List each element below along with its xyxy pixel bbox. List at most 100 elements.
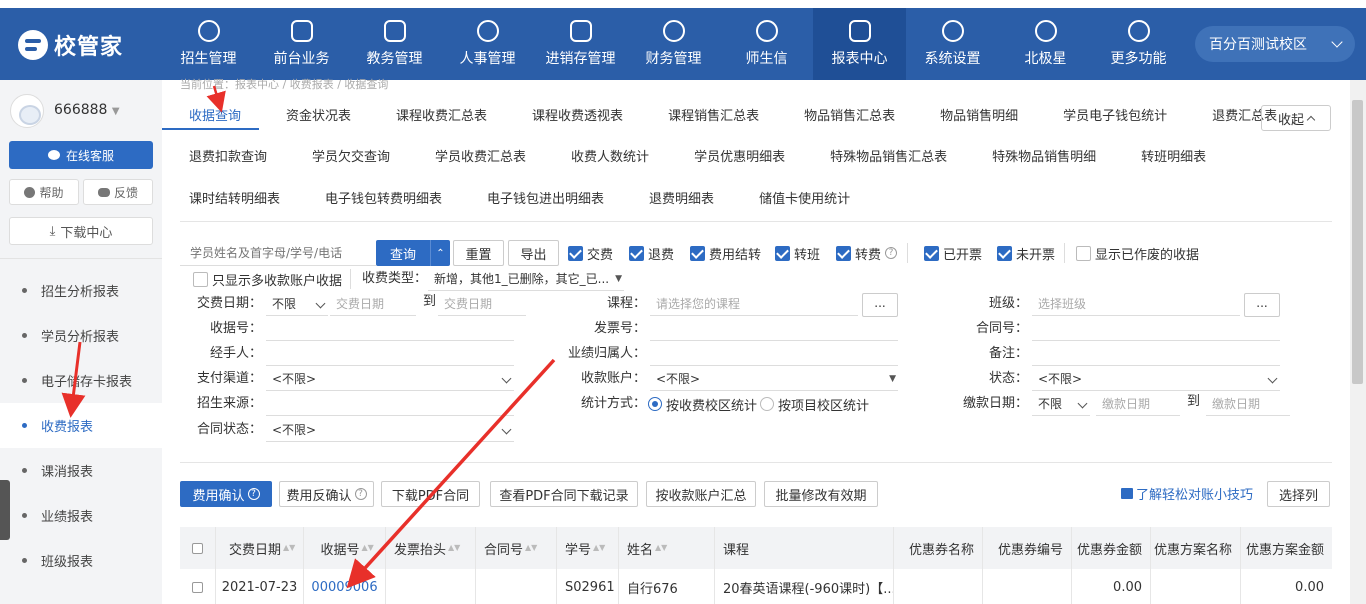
question-icon[interactable]: ? — [885, 247, 898, 259]
tab-goods-sales-summary[interactable]: 物品销售汇总表 — [777, 104, 913, 130]
reconciliation-tips-link[interactable]: 了解轻松对账小技巧 — [1121, 484, 1253, 503]
column-header-contract-no[interactable]: 合同号 ▲▼ — [476, 527, 557, 569]
reset-button[interactable]: 重置 — [453, 240, 504, 266]
checkbox-invoiced[interactable]: 已开票 — [924, 240, 982, 266]
campus-selector[interactable]: 百分百测试校区 — [1195, 26, 1355, 62]
tab-payer-count[interactable]: 收费人数统计 — [544, 145, 667, 171]
collapse-button[interactable]: 收起 — [1261, 105, 1331, 131]
checkbox-class-transfer[interactable]: 转班 — [775, 240, 820, 266]
checkbox-show-voided[interactable]: 显示已作废的收据 — [1076, 240, 1199, 266]
chevron-up-double-icon[interactable]: ⌃ — [430, 240, 450, 266]
tab-class-transfer-detail[interactable]: 转班明细表 — [1114, 145, 1224, 171]
sidebar-item-student-report[interactable]: 学员分析报表 — [0, 313, 162, 358]
due-date-to-input[interactable]: 缴款日期 — [1206, 392, 1290, 416]
checkbox-not-invoiced[interactable]: 未开票 — [997, 240, 1055, 266]
course-picker-button[interactable]: ... — [862, 293, 898, 317]
fee-type-select[interactable]: 新增，其他1_已删除，其它_已... ▼ — [428, 267, 624, 291]
handler-input[interactable] — [266, 342, 514, 366]
search-input[interactable] — [180, 240, 376, 266]
tab-special-goods-summary[interactable]: 特殊物品销售汇总表 — [803, 145, 965, 171]
checkbox-fee-carryover[interactable]: 费用结转 — [690, 240, 761, 266]
tab-ewallet-inout[interactable]: 电子钱包进出明细表 — [460, 187, 622, 213]
nav-item-enrollment[interactable]: 招生管理 — [162, 8, 255, 80]
select-columns-button[interactable]: 选择列 — [1267, 481, 1330, 507]
query-button[interactable]: 查询 ⌃ — [376, 240, 450, 266]
help-button[interactable]: 帮助 — [9, 179, 79, 205]
source-input[interactable] — [266, 392, 514, 416]
due-date-from-input[interactable]: 缴款日期 — [1096, 392, 1180, 416]
tab-refund-detail[interactable]: 退费明细表 — [622, 187, 732, 213]
course-select[interactable]: 请选择您的课程 — [650, 292, 858, 316]
contract-status-select[interactable]: <不限> — [266, 418, 514, 442]
sidebar-item-performance-report[interactable]: 业绩报表 — [0, 493, 162, 538]
online-service-button[interactable]: 在线客服 — [9, 141, 153, 169]
fee-unconfirm-button[interactable]: 费用反确认? — [279, 481, 374, 507]
nav-item-finance[interactable]: 财务管理 — [627, 8, 720, 80]
row-checkbox[interactable] — [180, 569, 216, 604]
tab-special-goods-detail[interactable]: 特殊物品销售明细 — [965, 145, 1114, 171]
checkbox-fee-transfer[interactable]: 转费? — [836, 240, 898, 266]
tab-ewallet-transfer[interactable]: 电子钱包转费明细表 — [298, 187, 460, 213]
receipt-no-input[interactable] — [266, 317, 514, 341]
tab-discount-detail[interactable]: 学员优惠明细表 — [667, 145, 803, 171]
class-select[interactable]: 选择班级 — [1032, 292, 1240, 316]
select-all-checkbox[interactable] — [180, 527, 216, 569]
sidebar-item-consumption-report[interactable]: 课消报表 — [0, 448, 162, 493]
checkbox-multi-account-only[interactable]: 只显示多收款账户收据 — [193, 266, 342, 292]
feedback-button[interactable]: 反馈 — [83, 179, 153, 205]
checkbox-payment[interactable]: 交费 — [568, 240, 613, 266]
scrollbar-thumb[interactable] — [1352, 100, 1363, 384]
nav-item-hr[interactable]: 人事管理 — [441, 8, 534, 80]
performance-owner-input[interactable] — [650, 342, 898, 366]
tab-arrears-query[interactable]: 学员欠交查询 — [285, 145, 408, 171]
sidebar-resize-handle[interactable] — [0, 480, 10, 540]
account-select[interactable]: <不限> ▼ — [650, 367, 898, 391]
pay-date-from-input[interactable]: 交费日期 — [330, 292, 416, 316]
nav-item-inventory[interactable]: 进销存管理 — [534, 8, 627, 80]
column-header-name[interactable]: 姓名 ▲▼ — [619, 527, 715, 569]
sidebar-item-enrollment-report[interactable]: 招生分析报表 — [0, 268, 162, 313]
sidebar-item-fee-report[interactable]: 收费报表 — [0, 403, 162, 448]
pay-date-mode-select[interactable]: 不限 — [266, 292, 328, 316]
remark-input[interactable] — [1032, 342, 1280, 366]
username-menu[interactable]: 666888 ▼ — [54, 102, 120, 118]
radio-by-project-campus[interactable]: 按项目校区统计 — [760, 392, 869, 416]
class-picker-button[interactable]: ... — [1244, 293, 1280, 317]
contract-no-input[interactable] — [1032, 317, 1280, 341]
avatar[interactable] — [10, 94, 44, 128]
checkbox-refund[interactable]: 退费 — [629, 240, 674, 266]
cell-receipt-no-link[interactable]: 00009006 — [304, 569, 386, 604]
column-header-pay-date[interactable]: 交费日期 ▲▼ — [216, 527, 304, 569]
tab-course-fee-pivot[interactable]: 课程收费透视表 — [505, 104, 641, 130]
nav-item-academic[interactable]: 教务管理 — [348, 8, 441, 80]
radio-by-fee-campus[interactable]: 按收费校区统计 — [648, 392, 757, 416]
export-button[interactable]: 导出 — [508, 240, 559, 266]
due-date-mode-select[interactable]: 不限 — [1032, 392, 1090, 416]
tab-stored-card-usage[interactable]: 储值卡使用统计 — [732, 187, 868, 213]
tab-refund-deduction[interactable]: 退费扣款查询 — [162, 145, 285, 171]
download-pdf-contract-button[interactable]: 下载PDF合同 — [381, 481, 480, 507]
nav-item-polaris[interactable]: 北极星 — [999, 8, 1092, 80]
sidebar-item-stored-card-report[interactable]: 电子储存卡报表 — [0, 358, 162, 403]
nav-item-messages[interactable]: 师生信 — [720, 8, 813, 80]
pay-channel-select[interactable]: <不限> — [266, 367, 514, 391]
tab-student-fee-summary[interactable]: 学员收费汇总表 — [408, 145, 544, 171]
batch-edit-validity-button[interactable]: 批量修改有效期 — [764, 481, 878, 507]
fee-confirm-button[interactable]: 费用确认? — [180, 481, 272, 507]
invoice-no-input[interactable] — [650, 317, 898, 341]
summary-by-account-button[interactable]: 按收款账户汇总 — [646, 481, 756, 507]
column-header-student-no[interactable]: 学号 ▲▼ — [557, 527, 619, 569]
tab-fund-status[interactable]: 资金状况表 — [259, 104, 369, 130]
status-select[interactable]: <不限> — [1032, 367, 1280, 391]
tab-course-fee-summary[interactable]: 课程收费汇总表 — [369, 104, 505, 130]
nav-item-frontdesk[interactable]: 前台业务 — [255, 8, 348, 80]
column-header-receipt-no[interactable]: 收据号 ▲▼ — [304, 527, 386, 569]
pay-date-to-input[interactable]: 交费日期 — [438, 292, 526, 316]
tab-goods-sales-detail[interactable]: 物品销售明细 — [913, 104, 1036, 130]
download-center-button[interactable]: ⤓ 下载中心 — [9, 217, 153, 245]
tab-course-sales-summary[interactable]: 课程销售汇总表 — [641, 104, 777, 130]
column-header-invoice-title[interactable]: 发票抬头 ▲▼ — [386, 527, 476, 569]
sidebar-item-class-report[interactable]: 班级报表 — [0, 538, 162, 583]
tab-ewallet-stats[interactable]: 学员电子钱包统计 — [1036, 104, 1185, 130]
nav-item-more[interactable]: 更多功能 — [1092, 8, 1185, 80]
